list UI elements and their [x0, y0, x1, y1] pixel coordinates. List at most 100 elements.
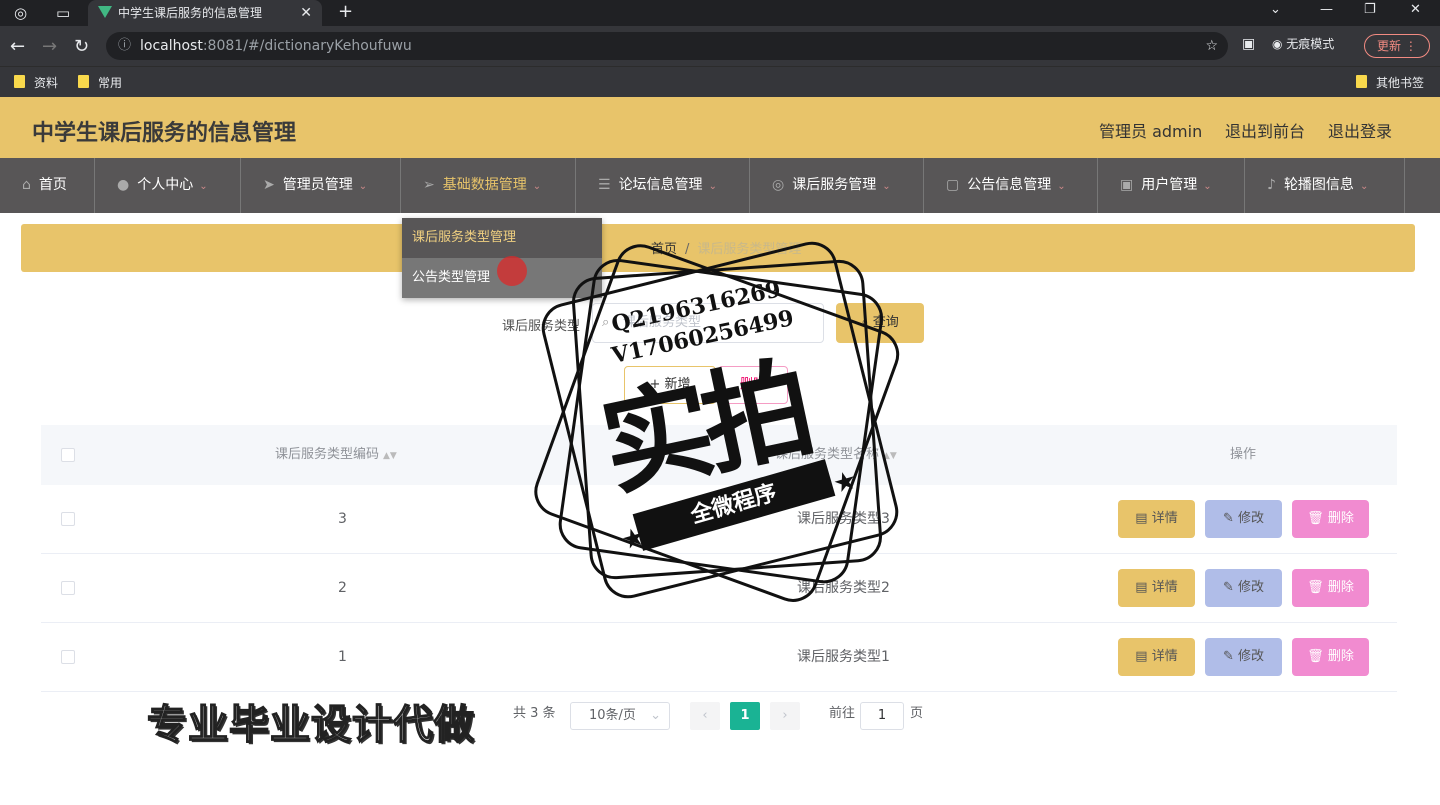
chevron-down-icon: ⌄ — [1359, 181, 1369, 192]
edit-button[interactable]: ✎ 修改 — [1205, 569, 1282, 607]
nav-label: 用户管理 — [1141, 177, 1198, 193]
nav-item-service[interactable]: ◎ 课后服务管理 ⌄ — [750, 158, 924, 213]
pencil-icon: ✎ — [1222, 649, 1238, 664]
delete-button[interactable]: 🗑 删除 — [1292, 638, 1369, 676]
window-icon[interactable]: ▭ — [56, 4, 70, 22]
page-number-button[interactable]: 1 — [730, 702, 760, 730]
cell-code: 2 — [338, 580, 347, 596]
chevron-right-icon: › — [782, 708, 788, 723]
sidebar-icon[interactable]: ▣ — [1242, 36, 1255, 52]
page-size-value: 10条/页 — [589, 708, 636, 723]
select-all-checkbox[interactable] — [61, 448, 75, 462]
close-window-icon[interactable]: ✕ — [1410, 2, 1421, 17]
nav-item-users[interactable]: ▣ 用户管理 ⌄ — [1098, 158, 1245, 213]
nav-item-notice[interactable]: ▢ 公告信息管理 ⌄ — [924, 158, 1098, 213]
trash-icon: 🗑 — [1307, 580, 1328, 595]
nav-item-forum[interactable]: ☰ 论坛信息管理 ⌄ — [576, 158, 750, 213]
chevron-down-icon: ⌄ — [532, 181, 542, 192]
detail-button[interactable]: ▤ 详情 — [1118, 638, 1195, 676]
goto-label: 前往 — [829, 706, 856, 721]
navigation-icon: ➢ — [423, 177, 435, 193]
pagination-total: 共 3 条 — [513, 706, 556, 721]
star-icon[interactable]: ☆ — [1205, 32, 1218, 60]
pencil-icon: ✎ — [1222, 580, 1238, 595]
exit-to-front-link[interactable]: 退出到前台 — [1225, 118, 1305, 142]
bookmarks-bar: 资料 常用 其他书签 — [0, 66, 1440, 97]
page-size-select[interactable]: 10条/页 ⌄ — [570, 702, 670, 730]
nav-item-home[interactable]: ⌂ 首页 — [0, 158, 95, 213]
nav-item-basic-data[interactable]: ➢ 基础数据管理 ⌄ — [401, 158, 576, 213]
compass-icon: ◎ — [772, 177, 785, 193]
url-path: :8081/#/dictionaryKehoufuwu — [202, 38, 412, 54]
new-tab-icon[interactable]: + — [338, 1, 353, 22]
nav-label: 论坛信息管理 — [618, 177, 703, 193]
info-icon[interactable]: ⓘ — [118, 32, 131, 60]
document-icon: ▣ — [1120, 177, 1134, 193]
other-bookmarks[interactable]: 其他书签 — [1356, 74, 1424, 91]
trash-icon: 🗑 — [1307, 649, 1328, 664]
bookmark-folder[interactable]: 常用 — [78, 74, 122, 91]
vue-logo-icon — [98, 6, 112, 18]
watermark-bottom-text: 专业毕业设计代做 — [146, 701, 475, 749]
admin-label: 管理员 admin — [1099, 122, 1203, 141]
delete-label: 删除 — [1327, 511, 1354, 526]
row-checkbox[interactable] — [61, 581, 75, 595]
nav-item-admin[interactable]: ➤ 管理员管理 ⌄ — [241, 158, 401, 213]
sort-icon[interactable]: ▲▼ — [383, 451, 397, 461]
url-input[interactable]: ⓘ localhost:8081/#/dictionaryKehoufuwu ☆ — [106, 32, 1228, 60]
edit-button[interactable]: ✎ 修改 — [1205, 500, 1282, 538]
row-checkbox[interactable] — [61, 650, 75, 664]
chevron-down-icon: ⌄ — [1057, 181, 1066, 192]
chevron-down-icon: ⌄ — [708, 181, 717, 192]
forward-icon[interactable]: → — [42, 36, 57, 57]
browser-tab-active[interactable]: 中学生课后服务的信息管理 ✕ — [88, 0, 322, 26]
column-header-code[interactable]: 课后服务类型编码 ▲▼ — [275, 425, 397, 486]
pencil-icon: ✎ — [1222, 511, 1238, 526]
address-bar: ← → ↻ ⓘ localhost:8081/#/dictionaryKehou… — [0, 26, 1440, 66]
prev-page-button[interactable]: ‹ — [690, 702, 720, 730]
watermark-stamp: ★ ★ Q2196316269 V17060256499 实拍 全微程序 — [530, 230, 910, 610]
message-icon: ▢ — [946, 177, 960, 193]
trash-icon: 🗑 — [1307, 511, 1328, 526]
delete-button[interactable]: 🗑 删除 — [1292, 500, 1369, 538]
delete-button[interactable]: 🗑 删除 — [1292, 569, 1369, 607]
detail-button[interactable]: ▤ 详情 — [1118, 500, 1195, 538]
chevron-down-icon: ⌄ — [199, 181, 208, 192]
close-tab-icon[interactable]: ✕ — [300, 0, 312, 26]
document-icon: ▤ — [1135, 511, 1152, 526]
main-nav: ⌂ 首页 ● 个人中心 ⌄ ➤ 管理员管理 ⌄ ➢ 基础数据管理 ⌄ ☰ 论坛信息管理 ⌄ ◎ 课后… — [0, 158, 1440, 213]
chevron-down-icon: ⌄ — [358, 181, 368, 192]
nav-label: 管理员管理 — [282, 177, 353, 193]
delete-label: 删除 — [1327, 580, 1354, 595]
nav-item-carousel[interactable]: ♪ 轮播图信息 ⌄ — [1245, 158, 1405, 213]
edit-button[interactable]: ✎ 修改 — [1205, 638, 1282, 676]
cell-code: 3 — [338, 511, 347, 527]
next-page-button[interactable]: › — [770, 702, 800, 730]
back-icon[interactable]: ← — [10, 36, 25, 57]
minimize-icon[interactable]: — — [1320, 2, 1333, 17]
row-checkbox[interactable] — [61, 512, 75, 526]
detail-button[interactable]: ▤ 详情 — [1118, 569, 1195, 607]
edit-label: 修改 — [1238, 580, 1265, 595]
logout-link[interactable]: 退出登录 — [1328, 118, 1392, 142]
update-label: 更新 — [1377, 39, 1402, 53]
reload-icon[interactable]: ↻ — [74, 36, 89, 57]
chevron-left-icon: ‹ — [702, 708, 708, 723]
update-button[interactable]: 更新 ⋮ — [1364, 34, 1430, 58]
chevron-down-icon: ⌄ — [882, 181, 891, 192]
site-header: 中学生课后服务的信息管理 管理员 admin 退出到前台 退出登录 — [0, 97, 1440, 158]
bookmark-folder[interactable]: 资料 — [14, 74, 58, 91]
globe-icon[interactable]: ◎ — [14, 4, 27, 22]
chevron-down-icon[interactable]: ⌄ — [1270, 2, 1281, 17]
send-icon: ➤ — [263, 177, 275, 193]
user-icon: ● — [117, 177, 130, 193]
edit-label: 修改 — [1238, 649, 1265, 664]
column-header-actions: 操作 — [1230, 447, 1257, 462]
incognito-indicator[interactable]: ◉ 无痕模式 — [1272, 35, 1334, 52]
cell-name: 课后服务类型1 — [797, 649, 890, 665]
cursor-hand-icon — [497, 256, 527, 286]
goto-page-input[interactable]: 1 — [860, 702, 904, 730]
document-icon: ▤ — [1135, 649, 1152, 664]
restore-icon[interactable]: ❐ — [1364, 2, 1376, 17]
nav-item-profile[interactable]: ● 个人中心 ⌄ — [95, 158, 241, 213]
